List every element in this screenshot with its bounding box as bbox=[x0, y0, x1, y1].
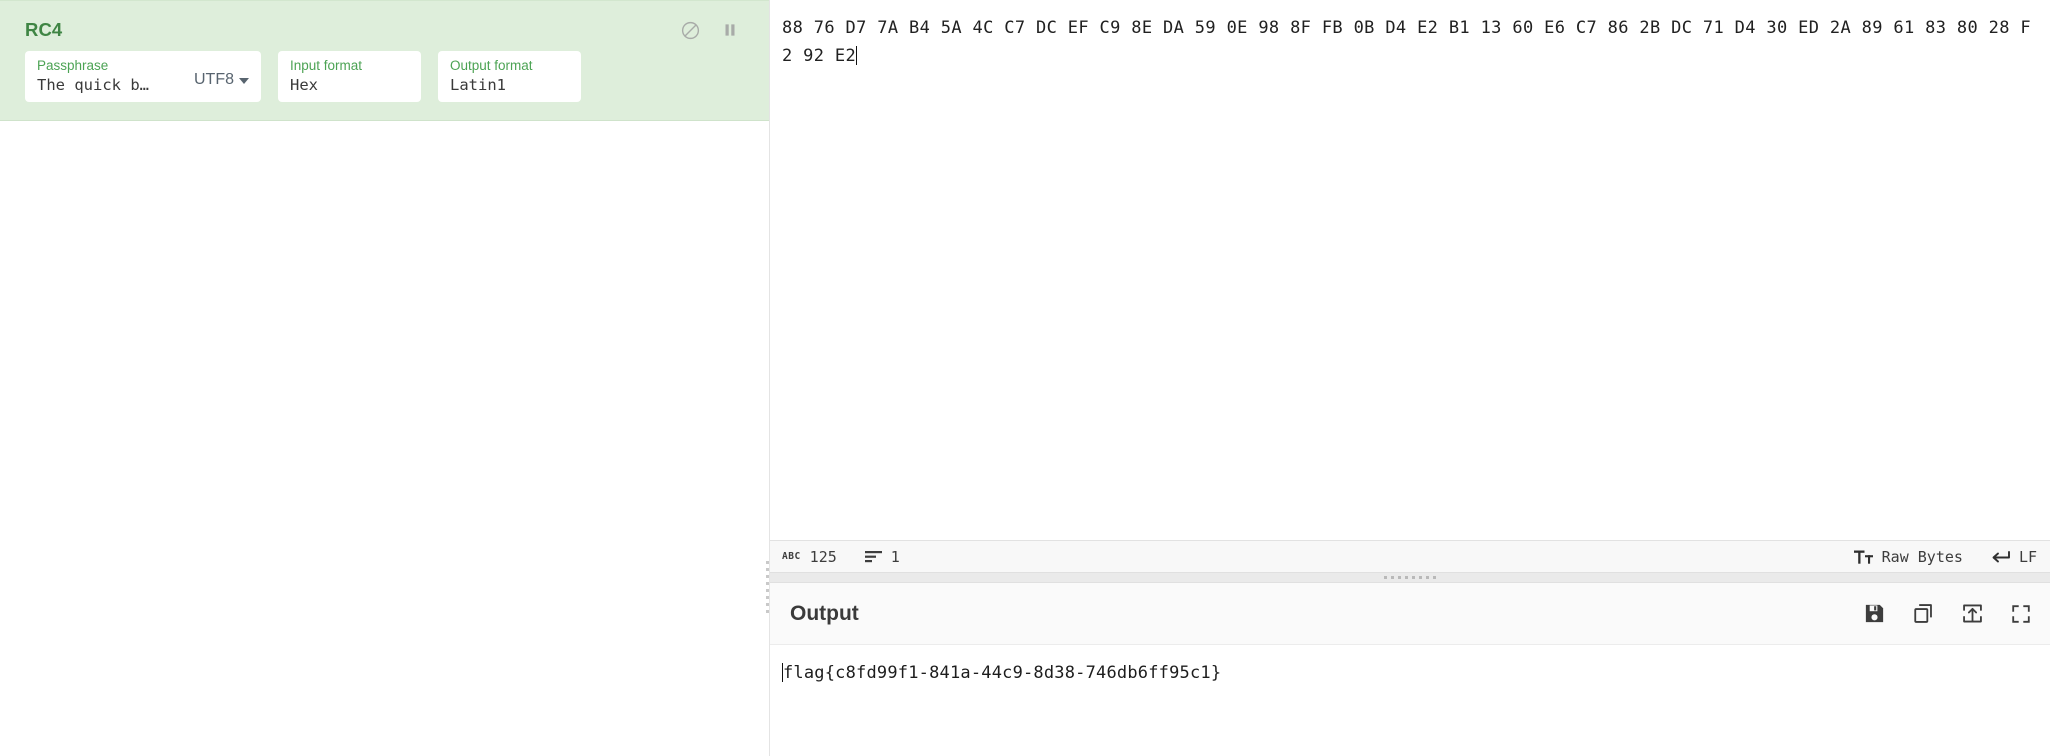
input-editor[interactable]: 88 76 D7 7A B4 5A 4C C7 DC EF C9 8E DA 5… bbox=[770, 0, 2050, 540]
recipe-pane: RC4 Passphrase The quick b… UTF8 Input f… bbox=[0, 0, 770, 756]
passphrase-field[interactable]: Passphrase The quick b… UTF8 bbox=[25, 51, 261, 102]
passphrase-encoding-dropdown[interactable]: UTF8 bbox=[190, 65, 249, 89]
io-pane: 88 76 D7 7A B4 5A 4C C7 DC EF C9 8E DA 5… bbox=[770, 0, 2050, 756]
input-encoding-value: Raw Bytes bbox=[1881, 547, 1963, 566]
recipe-io-splitter[interactable] bbox=[765, 556, 770, 618]
output-format-label: Output format bbox=[450, 58, 533, 73]
output-header: Output bbox=[770, 583, 2050, 645]
input-status-left: ABC 125 1 bbox=[782, 548, 900, 566]
input-eol-value: LF bbox=[2018, 547, 2037, 566]
input-format-value[interactable]: Hex bbox=[290, 74, 409, 96]
output-format-value[interactable]: Latin1 bbox=[450, 74, 569, 96]
disable-icon[interactable] bbox=[679, 19, 701, 41]
chevron-down-icon bbox=[239, 77, 249, 84]
maximise-icon[interactable] bbox=[2009, 602, 2033, 626]
splitter-grip-icon bbox=[1384, 576, 1436, 579]
passphrase-encoding-value: UTF8 bbox=[194, 70, 234, 88]
output-toolbar bbox=[1862, 602, 2033, 626]
abc-icon: ABC bbox=[782, 550, 801, 562]
input-lines-value: 1 bbox=[890, 547, 900, 566]
output-text[interactable]: flag{c8fd99f1-841a-44c9-8d38-746db6ff95c… bbox=[783, 663, 1221, 683]
save-icon[interactable] bbox=[1862, 602, 1886, 626]
input-text[interactable]: 88 76 D7 7A B4 5A 4C C7 DC EF C9 8E DA 5… bbox=[782, 18, 2031, 66]
font-size-icon bbox=[1853, 550, 1873, 564]
input-encoding-status[interactable]: Raw Bytes bbox=[1853, 547, 1963, 566]
passphrase-input[interactable]: The quick b… bbox=[37, 74, 190, 96]
io-splitter[interactable] bbox=[770, 572, 2050, 583]
operation-header: RC4 bbox=[0, 1, 769, 51]
passphrase-label: Passphrase bbox=[37, 58, 109, 73]
recipe-drop-area[interactable] bbox=[0, 121, 769, 756]
input-status-right: Raw Bytes LF bbox=[1853, 547, 2037, 566]
enter-arrow-icon bbox=[1991, 550, 2010, 564]
input-status-bar: ABC 125 1 Raw Bytes LF bbox=[770, 540, 2050, 572]
input-eol-status[interactable]: LF bbox=[1991, 548, 2037, 566]
output-format-field[interactable]: Output format Latin1 bbox=[438, 51, 581, 102]
input-lines-status[interactable]: 1 bbox=[864, 547, 900, 566]
input-length-value: 125 bbox=[809, 547, 837, 566]
input-pane: 88 76 D7 7A B4 5A 4C C7 DC EF C9 8E DA 5… bbox=[770, 0, 2050, 572]
operation-title: RC4 bbox=[25, 19, 63, 40]
input-length-status[interactable]: ABC 125 bbox=[782, 548, 837, 566]
input-caret bbox=[856, 46, 858, 65]
cyberchef-app: RC4 Passphrase The quick b… UTF8 Input f… bbox=[0, 0, 2050, 756]
input-format-field[interactable]: Input format Hex bbox=[278, 51, 421, 102]
input-format-label: Input format bbox=[290, 58, 363, 73]
breakpoint-pause-icon[interactable] bbox=[719, 19, 741, 41]
replace-input-icon[interactable] bbox=[1960, 602, 1984, 626]
lines-icon bbox=[864, 550, 882, 563]
operation-arguments: Passphrase The quick b… UTF8 Input forma… bbox=[0, 51, 769, 102]
output-title: Output bbox=[790, 601, 859, 625]
copy-icon[interactable] bbox=[1911, 602, 1935, 626]
output-pane: Output flag{c8fd99f1-841a-44c9-8d38-746d… bbox=[770, 583, 2050, 756]
output-body[interactable]: flag{c8fd99f1-841a-44c9-8d38-746db6ff95c… bbox=[770, 645, 2050, 756]
recipe-operation-rc4[interactable]: RC4 Passphrase The quick b… UTF8 Input f… bbox=[0, 0, 769, 121]
operation-header-icons bbox=[679, 19, 743, 41]
